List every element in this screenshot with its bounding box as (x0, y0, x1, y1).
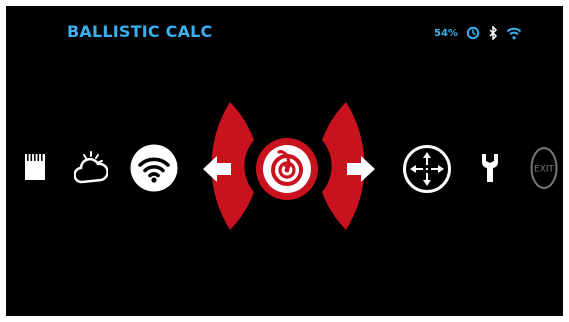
reticle-icon[interactable] (402, 144, 452, 194)
wifi-icon[interactable] (130, 144, 178, 192)
device-screen: BALLISTIC CALC 54% EXIT (6, 6, 563, 316)
status-bar: 54% (434, 24, 522, 42)
sd-card-icon[interactable] (23, 152, 47, 182)
battery-level: 54% (434, 27, 458, 39)
previous-arrow-button[interactable] (201, 154, 233, 184)
page-title: BALLISTIC CALC (67, 22, 213, 41)
exit-button[interactable]: EXIT (529, 146, 559, 190)
bluetooth-icon (489, 26, 497, 40)
weather-icon[interactable] (74, 149, 108, 185)
wrench-icon[interactable] (479, 152, 501, 184)
next-arrow-button[interactable] (345, 154, 377, 184)
ballistic-calc-icon[interactable] (255, 137, 319, 201)
timer-icon (466, 26, 480, 40)
wifi-status-icon (506, 27, 522, 39)
exit-label: EXIT (534, 165, 555, 175)
